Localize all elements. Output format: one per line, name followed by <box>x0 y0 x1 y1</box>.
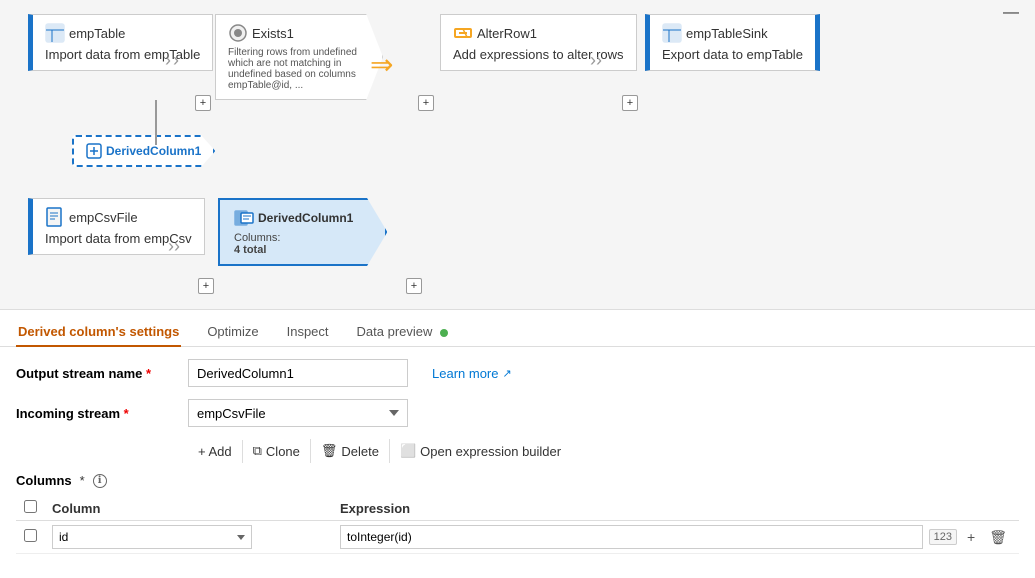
minimize-button[interactable]: — <box>1003 4 1019 22</box>
output-stream-row: Output stream name * Learn more ↗ <box>16 359 1019 387</box>
column-name-select[interactable]: id <box>52 525 252 549</box>
toolbar-row: + Add ⧉ Clone 🗑 Delete ⬜ Open expression… <box>188 439 1019 463</box>
exists1-title: Exists1 <box>252 26 294 41</box>
sink-icon <box>662 23 682 43</box>
plus-btn-1[interactable]: + <box>195 95 211 111</box>
derived-column1-dashed-title: DerivedColumn1 <box>106 144 201 158</box>
external-link-icon: ↗ <box>502 367 511 380</box>
alter-row1-node[interactable]: AlterRow1 Add expressions to alter rows <box>440 14 637 71</box>
incoming-stream-row: Incoming stream * empCsvFile <box>16 399 1019 427</box>
type-badge: 123 <box>929 529 957 545</box>
columns-info-icon[interactable]: ℹ <box>93 474 107 488</box>
derived-active-desc-label: Columns: <box>234 232 280 244</box>
table-icon <box>45 23 65 43</box>
plus-btn-derived-after[interactable]: + <box>406 278 422 294</box>
connector-line <box>155 100 157 145</box>
clone-icon: ⧉ <box>253 443 262 459</box>
exists1-desc: Filtering rows from undefined which are … <box>228 47 358 91</box>
derived-dashed-icon <box>86 143 102 159</box>
arrow-3: › › <box>590 50 602 71</box>
preview-indicator <box>440 329 448 337</box>
csv-icon <box>45 207 65 227</box>
add-button[interactable]: + Add <box>188 440 243 463</box>
emp-table-sink-desc: Export data to empTable <box>662 47 803 62</box>
emp-table-sink-node[interactable]: empTableSink Export data to empTable <box>645 14 820 71</box>
tab-inspect[interactable]: Inspect <box>285 318 331 347</box>
emp-table-sink-title: empTableSink <box>686 26 768 41</box>
tab-data-preview[interactable]: Data preview <box>355 318 451 347</box>
expression-input[interactable] <box>340 525 923 549</box>
arrow-1: › › <box>165 50 179 71</box>
derived-active-icon <box>234 208 254 228</box>
columns-table-header: Column Expression <box>16 496 1019 521</box>
emp-table-node[interactable]: empTable Import data from empTable <box>28 14 213 71</box>
derived-column1-dashed-node[interactable]: DerivedColumn1 <box>72 135 215 167</box>
derived-active-desc-value: 4 total <box>234 244 266 256</box>
tabs-row: Derived column's settings Optimize Inspe… <box>0 310 1035 347</box>
arrow-orange: ⇒ <box>370 48 393 81</box>
exists1-node[interactable]: Exists1 Filtering rows from undefined wh… <box>215 14 383 100</box>
settings-panel: Derived column's settings Optimize Inspe… <box>0 310 1035 566</box>
delete-row-button[interactable]: 🗑 <box>985 527 1011 548</box>
tab-optimize[interactable]: Optimize <box>205 318 260 347</box>
columns-label: Columns <box>16 473 72 488</box>
columns-section: Columns * ℹ Column Expression <box>16 473 1019 554</box>
expression-header: Expression <box>340 501 410 516</box>
incoming-stream-label: Incoming stream * <box>16 406 176 421</box>
delete-icon: 🗑 <box>321 443 338 459</box>
derived-column1-active-node[interactable]: DerivedColumn1 Columns: 4 total <box>218 198 387 266</box>
canvas-area: — empTable Import data from empTable › ›… <box>0 0 1035 310</box>
plus-btn-csv[interactable]: + <box>198 278 214 294</box>
columns-header-row: Columns * ℹ <box>16 473 1019 488</box>
tab-settings[interactable]: Derived column's settings <box>16 318 181 347</box>
plus-btn-3[interactable]: + <box>622 95 638 111</box>
column-header: Column <box>52 501 100 516</box>
arrow-csv: › › <box>168 236 180 257</box>
alter-icon <box>453 23 473 43</box>
expression-builder-icon: ⬜ <box>400 443 416 459</box>
clone-button[interactable]: ⧉ Clone <box>243 439 311 463</box>
output-stream-input[interactable] <box>188 359 408 387</box>
plus-btn-2[interactable]: + <box>418 95 434 111</box>
row-checkbox[interactable] <box>24 529 37 542</box>
output-stream-label: Output stream name * <box>16 366 176 381</box>
emp-table-title: empTable <box>69 26 125 41</box>
incoming-stream-select[interactable]: empCsvFile <box>188 399 408 427</box>
settings-content: Output stream name * Learn more ↗ Incomi… <box>0 347 1035 566</box>
expression-builder-button[interactable]: ⬜ Open expression builder <box>390 439 571 463</box>
alter-row1-title: AlterRow1 <box>477 26 537 41</box>
derived-column1-active-title: DerivedColumn1 <box>258 211 353 225</box>
select-all-checkbox[interactable] <box>24 500 37 513</box>
filter-icon <box>228 23 248 43</box>
learn-more-link[interactable]: Learn more ↗ <box>432 366 512 381</box>
table-row: id 123 + 🗑 <box>16 521 1019 554</box>
emp-csv-file-title: empCsvFile <box>69 210 138 225</box>
add-row-button[interactable]: + <box>963 527 979 547</box>
delete-button[interactable]: 🗑 Delete <box>311 439 390 463</box>
